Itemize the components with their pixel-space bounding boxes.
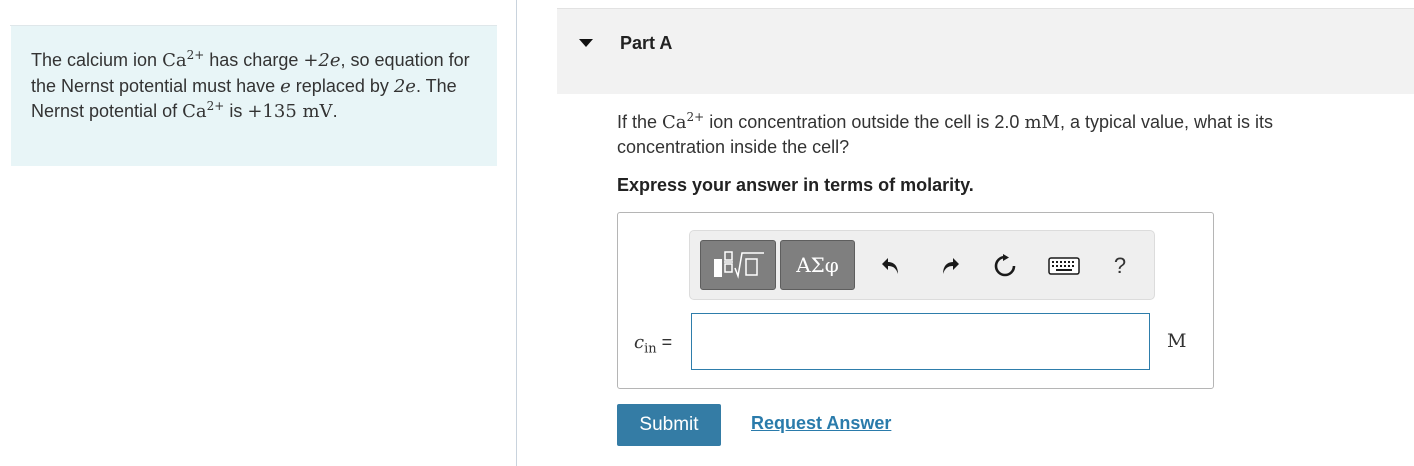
greek-symbols-button[interactable]: ΑΣφ	[780, 240, 855, 290]
hint-ion2-charge: 2+	[206, 99, 225, 113]
hint-text-6: is	[224, 101, 248, 121]
variable-base: c	[634, 332, 645, 353]
hint-charge: +2e	[303, 50, 341, 71]
answer-input[interactable]	[691, 313, 1150, 370]
equals-sign: =	[661, 332, 673, 352]
math-toolbar: ΑΣφ ?	[689, 230, 1155, 300]
hint-text-4: replaced by	[290, 75, 394, 96]
hint-text: The calcium ion Ca2+ has charge +2e, so …	[31, 48, 477, 125]
hint-ion-2: Ca2+	[182, 99, 225, 122]
templates-button[interactable]	[700, 240, 776, 290]
answer-variable-label: cin =	[634, 332, 672, 357]
undo-icon[interactable]	[876, 251, 906, 281]
redo-icon[interactable]	[935, 251, 965, 281]
hint-ion2-base: Ca	[182, 101, 207, 122]
hint-two-e: 2e	[393, 75, 416, 97]
reset-icon[interactable]	[990, 251, 1020, 281]
hint-ion-base: Ca	[162, 50, 187, 71]
hint-ion: Ca2+	[162, 48, 205, 71]
collapse-caret-icon[interactable]	[579, 39, 593, 47]
question-text: If the Ca2+ ion concentration outside th…	[617, 110, 1377, 159]
question-text-2: ion concentration outside the cell is 2.…	[704, 112, 1025, 132]
keyboard-icon[interactable]	[1047, 251, 1081, 281]
hint-e-variable: e	[280, 75, 291, 97]
hint-box: The calcium ion Ca2+ has charge +2e, so …	[11, 26, 497, 166]
question-unit: mM	[1024, 112, 1060, 133]
templates-icon	[714, 251, 764, 279]
answer-instruction: Express your answer in terms of molarity…	[617, 175, 974, 195]
request-answer-link[interactable]: Request Answer	[751, 413, 891, 434]
variable-subscript: in	[644, 341, 657, 357]
part-title: Part A	[620, 33, 673, 53]
hint-text-1: The calcium ion	[31, 50, 163, 70]
question-text-1: If the	[617, 112, 663, 132]
question-ion: Ca2+	[662, 110, 705, 133]
help-icon[interactable]: ?	[1105, 251, 1135, 281]
hint-text-2: has charge	[204, 50, 304, 70]
hint-potential: +135 mV	[247, 101, 333, 122]
hint-ion-charge: 2+	[186, 48, 205, 62]
submit-button[interactable]: Submit	[617, 404, 721, 446]
hint-text-7: .	[332, 101, 338, 121]
question-ion-charge: 2+	[686, 110, 705, 124]
question-ion-base: Ca	[662, 112, 687, 133]
answer-unit: M	[1167, 330, 1187, 352]
left-panel: The calcium ion Ca2+ has charge +2e, so …	[0, 0, 517, 466]
part-header[interactable]: Part A	[557, 8, 1414, 94]
